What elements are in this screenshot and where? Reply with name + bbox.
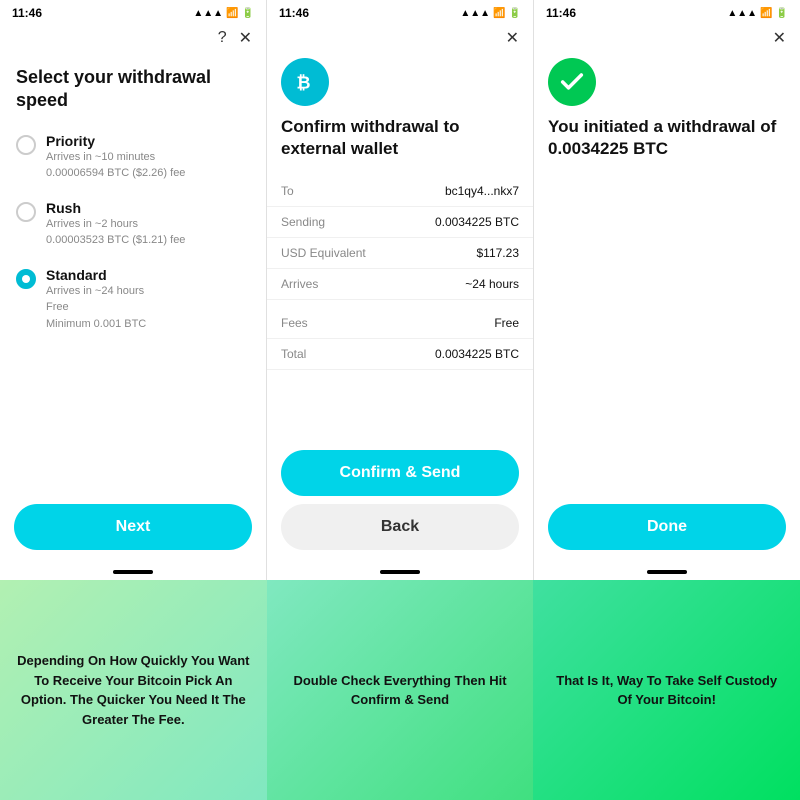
radio-rush[interactable] [16, 202, 36, 222]
status-icons-3: ▲▲▲ 📶 🔋 [727, 8, 788, 19]
annotation-panel-2: Double Check Everything Then Hit Confirm… [267, 580, 534, 800]
top-bar-2: ✕ [267, 24, 533, 54]
confirm-title: Confirm withdrawal to external wallet [267, 116, 533, 160]
status-bar-3: 11:46 ▲▲▲ 📶 🔋 [534, 0, 800, 24]
option-priority-detail2: 0.00006594 BTC ($2.26) fee [46, 165, 185, 182]
annotation-panel-1: Depending On How Quickly You Want To Rec… [0, 580, 267, 800]
option-standard-detail1: Arrives in ~24 hours [46, 283, 146, 300]
detail-to-label: To [281, 184, 294, 198]
screen3-bottom: Done [534, 494, 800, 566]
annotation-text-3: That Is It, Way To Take Self Custody Of … [547, 671, 786, 710]
option-standard[interactable]: Standard Arrives in ~24 hours Free Minim… [16, 267, 250, 333]
wifi-icon-3: 📶 [760, 8, 772, 19]
status-icons-2: ▲▲▲ 📶 🔋 [460, 8, 521, 19]
option-priority[interactable]: Priority Arrives in ~10 minutes 0.000065… [16, 133, 250, 182]
radio-standard[interactable] [16, 269, 36, 289]
fees-section: Fees Free Total 0.0034225 BTC [267, 308, 533, 370]
annotation-panel-3: That Is It, Way To Take Self Custody Of … [533, 580, 800, 800]
detail-fees: Fees Free [267, 308, 533, 339]
detail-sending-label: Sending [281, 215, 325, 229]
success-icon-circle [548, 58, 596, 106]
home-indicator-2 [380, 570, 420, 574]
detail-total: Total 0.0034225 BTC [267, 339, 533, 370]
screen1-bottom: Next [0, 494, 266, 566]
wifi-icon: 📶 [226, 8, 238, 19]
bitcoin-svg: ₿ [292, 69, 318, 95]
option-priority-detail1: Arrives in ~10 minutes [46, 149, 185, 166]
signal-icon-3: ▲▲▲ [727, 8, 757, 19]
detail-arrives-label: Arrives [281, 277, 318, 291]
radio-standard-inner [22, 275, 30, 283]
detail-fees-label: Fees [281, 316, 308, 330]
option-standard-name: Standard [46, 267, 146, 283]
signal-icon-2: ▲▲▲ [460, 8, 490, 19]
annotations-row: Depending On How Quickly You Want To Rec… [0, 580, 800, 800]
annotation-text-2: Double Check Everything Then Hit Confirm… [281, 671, 520, 710]
detail-usd: USD Equivalent $117.23 [267, 238, 533, 269]
help-icon[interactable]: ? [218, 29, 227, 47]
battery-icon-2: 🔋 [509, 8, 521, 19]
done-button[interactable]: Done [548, 504, 786, 550]
status-bar-1: 11:46 ▲▲▲ 📶 🔋 [0, 0, 266, 24]
home-indicator-1 [113, 570, 153, 574]
detail-arrives: Arrives ~24 hours [267, 269, 533, 300]
status-time-3: 11:46 [546, 6, 576, 20]
detail-sending: Sending 0.0034225 BTC [267, 207, 533, 238]
option-rush-detail1: Arrives in ~2 hours [46, 216, 185, 233]
bitcoin-icon-circle: ₿ [281, 58, 329, 106]
status-time-1: 11:46 [12, 6, 42, 20]
option-rush-detail2: 0.00003523 BTC ($1.21) fee [46, 232, 185, 249]
option-priority-name: Priority [46, 133, 185, 149]
screen-withdrawal-success: 11:46 ▲▲▲ 📶 🔋 ✕ You initiated a withdraw… [534, 0, 800, 580]
home-indicator-3 [647, 570, 687, 574]
signal-icon: ▲▲▲ [193, 8, 223, 19]
wifi-icon-2: 📶 [493, 8, 505, 19]
detail-usd-value: $117.23 [477, 246, 520, 260]
detail-fees-value: Free [494, 316, 519, 330]
screen1-content: Select your withdrawal speed Priority Ar… [0, 54, 266, 494]
battery-icon: 🔋 [242, 8, 254, 19]
checkmark-svg [558, 68, 586, 96]
confirm-send-button[interactable]: Confirm & Send [281, 450, 519, 496]
option-standard-detail3: Minimum 0.001 BTC [46, 316, 146, 333]
svg-text:₿: ₿ [296, 73, 310, 93]
option-standard-detail2: Free [46, 299, 146, 316]
success-title: You initiated a withdrawal of 0.0034225 … [534, 116, 800, 160]
top-bar-1: ? ✕ [0, 24, 266, 54]
detail-usd-label: USD Equivalent [281, 246, 366, 260]
option-rush-name: Rush [46, 200, 185, 216]
screen-withdrawal-speed: 11:46 ▲▲▲ 📶 🔋 ? ✕ Select your withdrawal… [0, 0, 267, 580]
option-standard-text: Standard Arrives in ~24 hours Free Minim… [46, 267, 146, 333]
detail-total-label: Total [281, 347, 306, 361]
detail-total-value: 0.0034225 BTC [435, 347, 519, 361]
close-icon-3[interactable]: ✕ [773, 28, 786, 48]
status-time-2: 11:46 [279, 6, 309, 20]
top-bar-3: ✕ [534, 24, 800, 54]
option-rush-text: Rush Arrives in ~2 hours 0.00003523 BTC … [46, 200, 185, 249]
option-priority-text: Priority Arrives in ~10 minutes 0.000065… [46, 133, 185, 182]
detail-sending-value: 0.0034225 BTC [435, 215, 519, 229]
status-bar-2: 11:46 ▲▲▲ 📶 🔋 [267, 0, 533, 24]
annotation-text-1: Depending On How Quickly You Want To Rec… [14, 651, 253, 729]
screen-confirm-withdrawal: 11:46 ▲▲▲ 📶 🔋 ✕ ₿ Confirm withdrawal to … [267, 0, 534, 580]
back-button[interactable]: Back [281, 504, 519, 550]
close-icon-2[interactable]: ✕ [506, 28, 519, 48]
screen1-title: Select your withdrawal speed [16, 66, 250, 113]
screen2-bottom: Confirm & Send Back [267, 440, 533, 566]
detail-to-value: bc1qy4...nkx7 [445, 184, 519, 198]
next-button[interactable]: Next [14, 504, 252, 550]
close-icon-1[interactable]: ✕ [239, 28, 252, 48]
radio-priority[interactable] [16, 135, 36, 155]
option-rush[interactable]: Rush Arrives in ~2 hours 0.00003523 BTC … [16, 200, 250, 249]
battery-icon-3: 🔋 [776, 8, 788, 19]
detail-to: To bc1qy4...nkx7 [267, 176, 533, 207]
status-icons-1: ▲▲▲ 📶 🔋 [193, 8, 254, 19]
detail-arrives-value: ~24 hours [465, 277, 519, 291]
